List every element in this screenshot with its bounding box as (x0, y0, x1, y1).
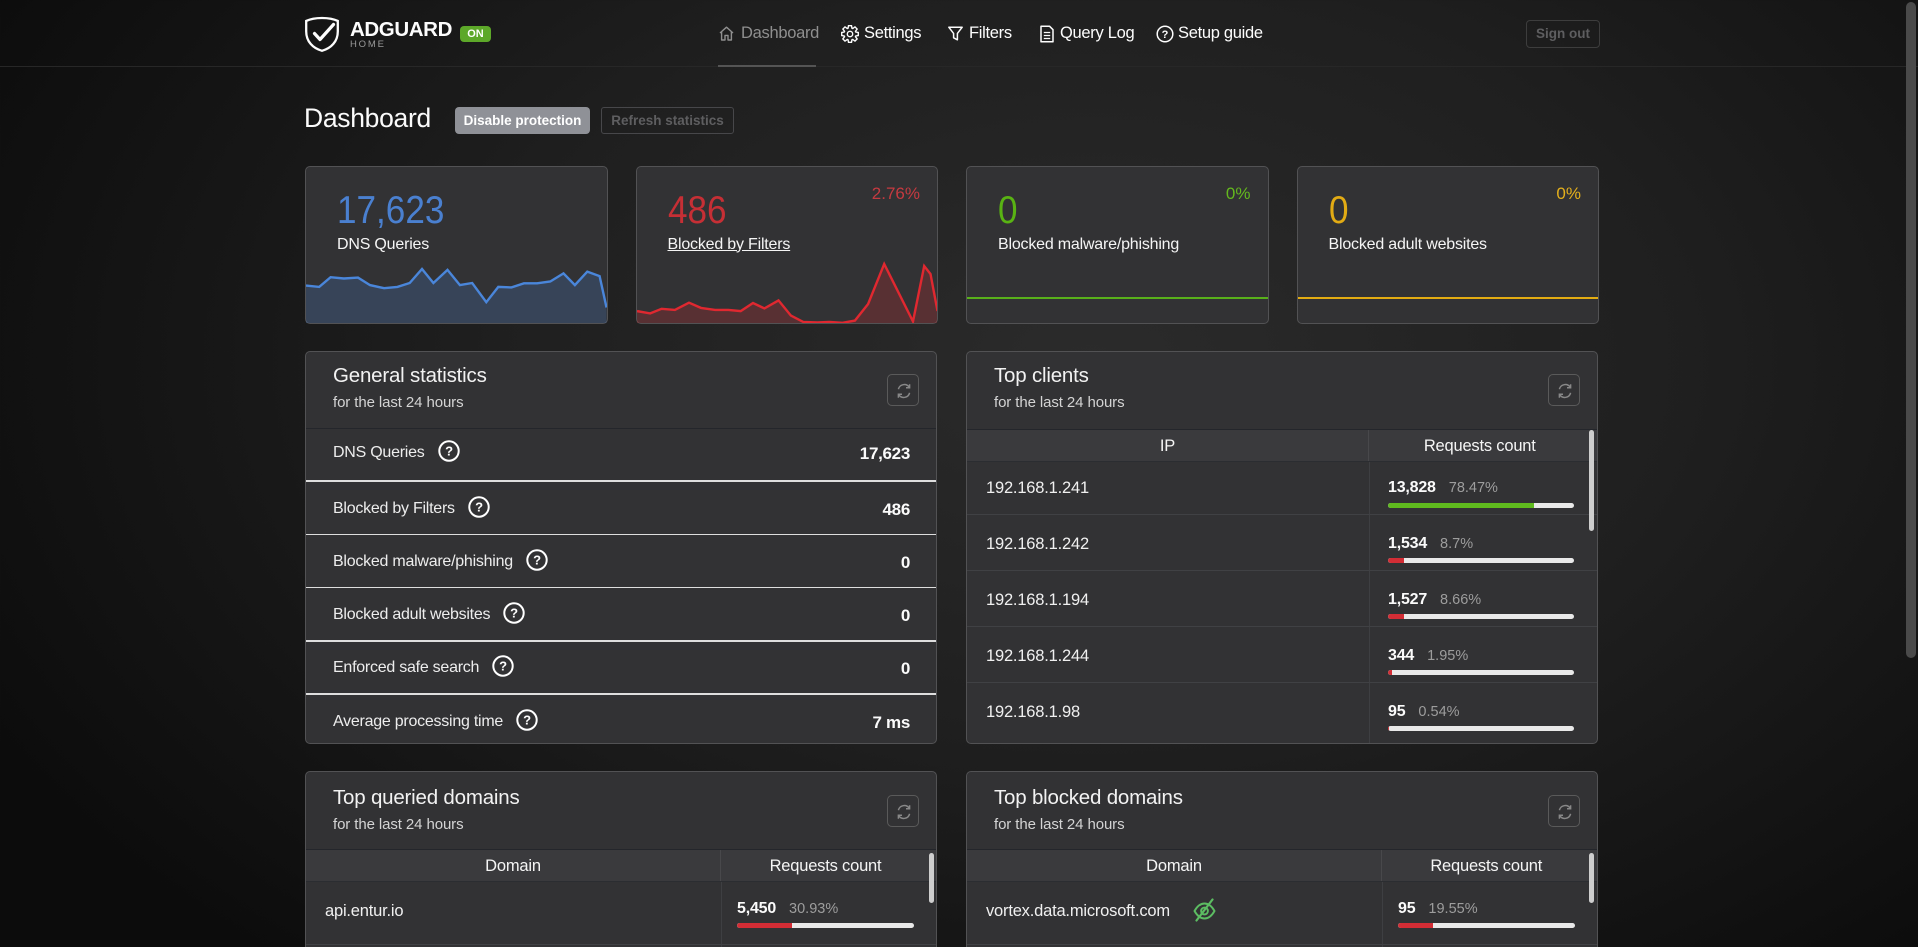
svg-text:?: ? (523, 713, 531, 728)
svg-text:?: ? (445, 444, 453, 459)
svg-text:?: ? (475, 500, 483, 515)
svg-text:?: ? (533, 553, 541, 568)
svg-text:?: ? (1162, 29, 1169, 41)
svg-text:?: ? (511, 606, 519, 621)
svg-text:?: ? (500, 659, 508, 674)
